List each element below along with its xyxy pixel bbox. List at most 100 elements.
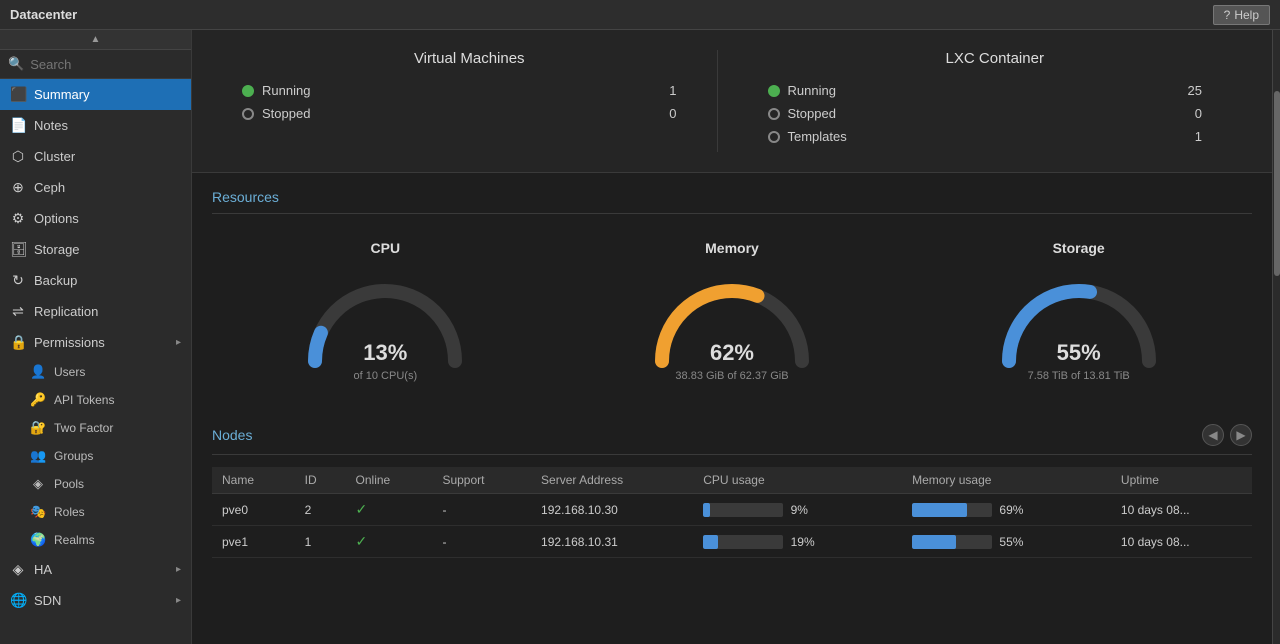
vm-running-count: 1 [669,83,716,98]
col-uptime: Uptime [1111,467,1252,494]
sidebar-item-api-tokens[interactable]: 🔑 API Tokens [0,386,191,414]
chevron-right-icon-sdn: ▸ [176,595,181,606]
chevron-right-icon: ▸ [176,564,181,575]
storage-percent: 55% [1057,340,1101,366]
vm-running-dot [242,85,254,97]
lxc-title: LXC Container [748,50,1243,67]
nodes-section: Nodes ◀ ▶ Name ID Online Support Server … [192,408,1272,574]
roles-icon: 🎭 [30,504,46,520]
vm-lxc-section: Virtual Machines Running 1 Stopped 0 LXC… [192,30,1272,173]
sidebar-collapse-button[interactable] [0,30,191,50]
cpu-bar-bg [703,535,783,549]
sidebar-item-two-factor[interactable]: 🔐 Two Factor [0,414,191,442]
node-address: 192.168.10.31 [531,526,693,558]
scrollbar[interactable] [1272,30,1280,644]
sidebar-item-label: SDN [34,593,61,608]
node-uptime: 10 days 08... [1111,526,1252,558]
table-header-row: Name ID Online Support Server Address CP… [212,467,1252,494]
online-check-icon: ✓ [356,501,368,517]
node-cpu: 19% [693,526,902,558]
sidebar-item-label: Options [34,211,79,226]
search-input[interactable] [30,57,183,72]
cpu-gauge-wrapper: 13% [295,266,475,366]
sidebar-item-label: Summary [34,87,90,102]
table-row[interactable]: pve0 2 ✓ - 192.168.10.30 9% 69% 10 days … [212,494,1252,526]
cpu-bar-fill [703,503,710,517]
node-support: - [432,526,531,558]
search-box[interactable]: 🔍 [0,50,191,79]
pools-icon: ◈ [30,476,46,492]
lxc-stopped-count: 0 [1195,106,1242,121]
sidebar-item-realms[interactable]: 🌍 Realms [0,526,191,554]
table-row[interactable]: pve1 1 ✓ - 192.168.10.31 19% 55% 10 days… [212,526,1252,558]
node-online: ✓ [346,494,433,526]
cpu-percent: 13% [363,340,407,366]
memory-gauge: Memory 62% 38.83 GiB of 62.37 GiB [592,240,872,382]
node-name: pve1 [212,526,295,558]
sidebar-item-roles[interactable]: 🎭 Roles [0,498,191,526]
lxc-stopped-row: Stopped 0 [748,106,1243,121]
lxc-templates-row: Templates 1 [748,129,1243,144]
cpu-gauge: CPU 13% of 10 CPU(s) [245,240,525,382]
sidebar-item-options[interactable]: ⚙ Options [0,203,191,234]
sidebar-item-label: Storage [34,242,80,257]
lxc-running-row: Running 25 [748,83,1243,98]
sidebar-item-backup[interactable]: ↻ Backup [0,265,191,296]
sidebar-item-label: Replication [34,304,98,319]
sidebar-item-label: Backup [34,273,77,288]
vm-stopped-row: Stopped 0 [222,106,717,121]
col-mem: Memory usage [902,467,1111,494]
node-id: 1 [295,526,346,558]
sidebar-sub-label: API Tokens [54,393,114,407]
node-address: 192.168.10.30 [531,494,693,526]
realms-icon: 🌍 [30,532,46,548]
vm-box: Virtual Machines Running 1 Stopped 0 [222,50,718,152]
ha-icon: ◈ [10,561,26,578]
permissions-icon: 🔒 [10,334,26,351]
mem-bar-label: 55% [999,535,1023,549]
groups-icon: 👥 [30,448,46,464]
sidebar-item-cluster[interactable]: ⬡ Cluster [0,141,191,172]
sidebar: 🔍 ⬛ Summary 📄 Notes ⬡ Cluster ⊕ Ceph ⚙ O… [0,30,192,644]
mem-bar-bg [912,503,992,517]
sidebar-item-storage[interactable]: 🗄 Storage [0,234,191,265]
col-name: Name [212,467,295,494]
vm-running-row: Running 1 [222,83,717,98]
mem-bar-bg [912,535,992,549]
col-id: ID [295,467,346,494]
cpu-bar-label: 19% [791,535,815,549]
lxc-stopped-label: Stopped [788,106,1187,121]
cpu-bar-label: 9% [791,503,808,517]
node-cpu: 9% [693,494,902,526]
app-title: Datacenter [10,7,77,22]
sidebar-item-users[interactable]: 👤 Users [0,358,191,386]
sidebar-item-summary[interactable]: ⬛ Summary [0,79,191,110]
memory-percent: 62% [710,340,754,366]
help-icon: ? [1224,8,1231,22]
backup-icon: ↻ [10,272,26,289]
sidebar-item-sdn[interactable]: 🌐 SDN ▸ [0,585,191,616]
gauges-row: CPU 13% of 10 CPU(s) Memory [212,230,1252,392]
node-uptime: 10 days 08... [1111,494,1252,526]
node-mem: 55% [902,526,1111,558]
sidebar-sub-label: Two Factor [54,421,113,435]
two-factor-icon: 🔐 [30,420,46,436]
sidebar-item-notes[interactable]: 📄 Notes [0,110,191,141]
summary-icon: ⬛ [10,86,26,103]
sidebar-item-ceph[interactable]: ⊕ Ceph [0,172,191,203]
sidebar-item-replication[interactable]: ⇌ Replication [0,296,191,327]
sidebar-item-ha[interactable]: ◈ HA ▸ [0,554,191,585]
node-id: 2 [295,494,346,526]
nodes-table: Name ID Online Support Server Address CP… [212,467,1252,558]
lxc-templates-label: Templates [788,129,1187,144]
nodes-prev-button[interactable]: ◀ [1202,424,1224,446]
sidebar-item-groups[interactable]: 👥 Groups [0,442,191,470]
sidebar-item-permissions[interactable]: 🔒 Permissions ▸ [0,327,191,358]
search-icon: 🔍 [8,56,24,72]
api-tokens-icon: 🔑 [30,392,46,408]
help-button[interactable]: ? Help [1213,5,1270,25]
replication-icon: ⇌ [10,303,26,320]
sidebar-item-pools[interactable]: ◈ Pools [0,470,191,498]
sidebar-item-label: Ceph [34,180,65,195]
nodes-next-button[interactable]: ▶ [1230,424,1252,446]
